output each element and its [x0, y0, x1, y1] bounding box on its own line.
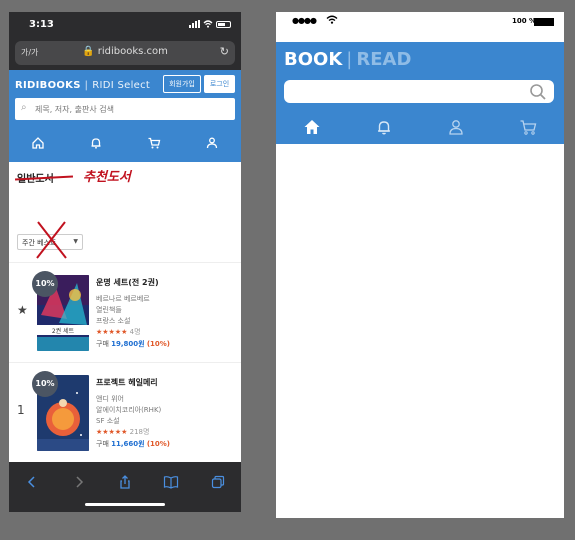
discount-badge: 10% — [32, 371, 58, 397]
share-icon[interactable] — [115, 472, 135, 492]
logo-read: READ — [356, 49, 412, 70]
logo-sub: RIDI Select — [92, 80, 151, 91]
rating-count: 218명 — [129, 428, 150, 436]
logo-separator: | — [346, 49, 353, 70]
chevron-down-icon: ▼ — [73, 238, 78, 245]
search-box[interactable]: ⌕ — [15, 98, 235, 120]
price-prefix: 구매 — [96, 340, 109, 348]
user-icon[interactable] — [445, 116, 467, 138]
wire-logo[interactable]: BOOK | READ — [284, 49, 411, 70]
rating-stars: ★★★★★ — [96, 428, 128, 436]
book-publisher: 알에이치코리아(RHK) — [96, 406, 162, 414]
cross-annotation — [36, 221, 67, 259]
wifi-icon — [203, 20, 213, 28]
wire-search-input[interactable] — [284, 80, 554, 103]
forward-icon[interactable] — [69, 472, 89, 492]
book-info: 프로젝트 헤일메리 앤디 위어 알에이치코리아(RHK) SF 소설 ★★★★★… — [96, 377, 236, 450]
status-icons — [189, 20, 231, 28]
book-icon[interactable] — [161, 472, 181, 492]
logo-book: BOOK — [284, 49, 343, 70]
rating-stars: ★★★★★ — [96, 328, 128, 336]
wire-header: BOOK | READ — [276, 42, 564, 144]
home-indicator — [85, 503, 165, 506]
tabs-icon[interactable] — [208, 472, 228, 492]
wire-status-bar: ●●●● 100 % — [276, 12, 564, 32]
wifi-icon — [326, 15, 338, 24]
book-rating: ★★★★★ 4명 — [96, 327, 236, 338]
price-value: 11,660원 — [111, 440, 145, 448]
cover-badge: 2권 세트 — [51, 328, 75, 335]
ridi-header: RIDIBOOKS | RIDI Select 회원가입 로그인 ⌕ — [9, 70, 241, 162]
book-title[interactable]: 운명 세트(전 2권) — [96, 277, 236, 288]
battery-percent: 100 % — [512, 17, 537, 25]
back-icon[interactable] — [22, 472, 42, 492]
book-rating: ★★★★★ 218명 — [96, 427, 236, 438]
book-item[interactable]: ★ 10% 2권 세트 운명 세트(전 2권) 베르나르 베르베르 열린책들 프… — [9, 262, 241, 362]
status-time: 3:13 — [29, 19, 54, 30]
browser-address-bar: 가/가 🔒 ridibooks.com ↻ — [9, 38, 241, 70]
battery-icon — [216, 20, 231, 28]
lock-icon: 🔒 — [82, 46, 95, 57]
reload-icon[interactable]: ↻ — [220, 45, 229, 58]
battery-icon — [534, 18, 554, 26]
ridi-nav — [9, 126, 241, 160]
content-area: 일반도서 추천도서 주간 베스트 ▼ ★ 10% 2권 세트 운명 세트(전 2… — [9, 162, 241, 462]
price-discount: (10%) — [146, 440, 170, 448]
logo-main: RIDIBOOKS — [15, 80, 81, 91]
handwritten-annotation: 추천도서 — [83, 170, 131, 185]
login-button[interactable]: 로그인 — [204, 75, 235, 93]
search-icon[interactable] — [529, 83, 547, 101]
rank-number: 1 — [17, 403, 25, 417]
home-icon[interactable] — [301, 116, 323, 138]
rating-count: 4명 — [129, 328, 141, 336]
wireframe-mockup: ●●●● 100 % BOOK | READ — [276, 12, 564, 518]
book-category: 프랑스 소설 — [96, 317, 131, 325]
url-field[interactable]: 가/가 🔒 ridibooks.com ↻ — [15, 41, 235, 65]
cart-icon[interactable] — [517, 116, 539, 138]
price-discount: (10%) — [146, 340, 170, 348]
signal-icon — [189, 20, 200, 28]
home-icon[interactable] — [28, 133, 48, 153]
book-publisher: 열린책들 — [96, 306, 122, 314]
discount-badge: 10% — [32, 271, 58, 297]
status-bar: 3:13 — [9, 12, 241, 38]
cart-icon[interactable] — [144, 133, 164, 153]
signup-button[interactable]: 회원가입 — [163, 75, 201, 93]
bell-icon[interactable] — [86, 133, 106, 153]
book-category: SF 소설 — [96, 417, 120, 425]
search-input[interactable] — [35, 101, 225, 117]
signal-dots: ●●●● — [292, 16, 317, 25]
rank-star-icon: ★ — [17, 303, 28, 317]
phone-screenshot: 3:13 가/가 🔒 ridibooks.com ↻ RIDIBOOKS | R… — [9, 12, 241, 512]
price-prefix: 구매 — [96, 440, 109, 448]
book-author: 앤디 위어 — [96, 395, 124, 403]
user-icon[interactable] — [202, 133, 222, 153]
browser-toolbar — [9, 462, 241, 512]
book-author: 베르나르 베르베르 — [96, 295, 150, 303]
url-text: 🔒 ridibooks.com — [15, 46, 235, 57]
book-item[interactable]: 1 10% 프로젝트 헤일메리 앤디 위어 알에이치코리아(RHK) SF 소설… — [9, 362, 241, 462]
search-icon: ⌕ — [21, 102, 27, 113]
book-title[interactable]: 프로젝트 헤일메리 — [96, 377, 236, 388]
book-price: 구매 19,800원 (10%) — [96, 338, 236, 350]
url-label: ridibooks.com — [97, 46, 168, 57]
book-info: 운명 세트(전 2권) 베르나르 베르베르 열린책들 프랑스 소설 ★★★★★ … — [96, 277, 236, 350]
bell-icon[interactable] — [373, 116, 395, 138]
ridi-logo[interactable]: RIDIBOOKS | RIDI Select — [15, 80, 150, 91]
book-price: 구매 11,660원 (10%) — [96, 438, 236, 450]
price-value: 19,800원 — [111, 340, 145, 348]
wire-nav — [276, 114, 564, 140]
